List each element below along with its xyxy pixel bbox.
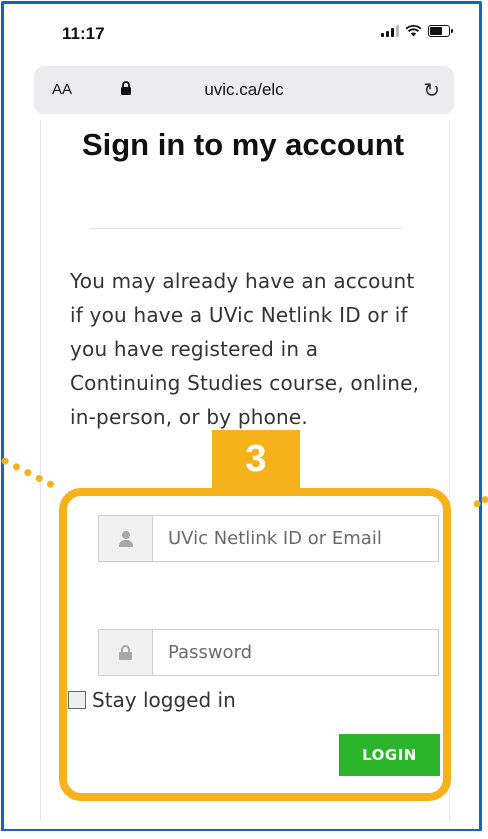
login-button[interactable]: LOGIN xyxy=(339,734,440,776)
reload-icon[interactable]: ↻ xyxy=(423,78,440,103)
address-bar[interactable]: AA uvic.ca/elc ↻ xyxy=(34,66,454,114)
stay-logged-in-label[interactable]: Stay logged in xyxy=(92,688,236,712)
password-lock-icon xyxy=(119,645,132,660)
username-input[interactable] xyxy=(153,516,438,561)
wifi-icon xyxy=(405,24,422,37)
cellular-signal-icon xyxy=(381,24,399,37)
battery-icon xyxy=(428,24,453,37)
frame-bottom-edge xyxy=(1,831,488,839)
step-badge: 3 xyxy=(212,430,300,490)
user-addon xyxy=(99,516,153,561)
password-input[interactable] xyxy=(153,630,438,675)
intro-text: You may already have an account if you h… xyxy=(70,269,420,429)
status-icons xyxy=(381,24,453,37)
username-field[interactable] xyxy=(98,515,439,562)
password-field[interactable] xyxy=(98,629,439,676)
title-divider xyxy=(90,228,402,229)
page-title: Sign in to my account xyxy=(81,127,405,162)
status-time: 11:17 xyxy=(62,24,105,43)
password-addon xyxy=(99,630,153,675)
stay-logged-in[interactable]: Stay logged in xyxy=(68,688,236,712)
stay-logged-in-checkbox[interactable] xyxy=(68,691,86,709)
user-icon xyxy=(118,530,133,547)
url-text[interactable]: uvic.ca/elc xyxy=(34,80,454,100)
